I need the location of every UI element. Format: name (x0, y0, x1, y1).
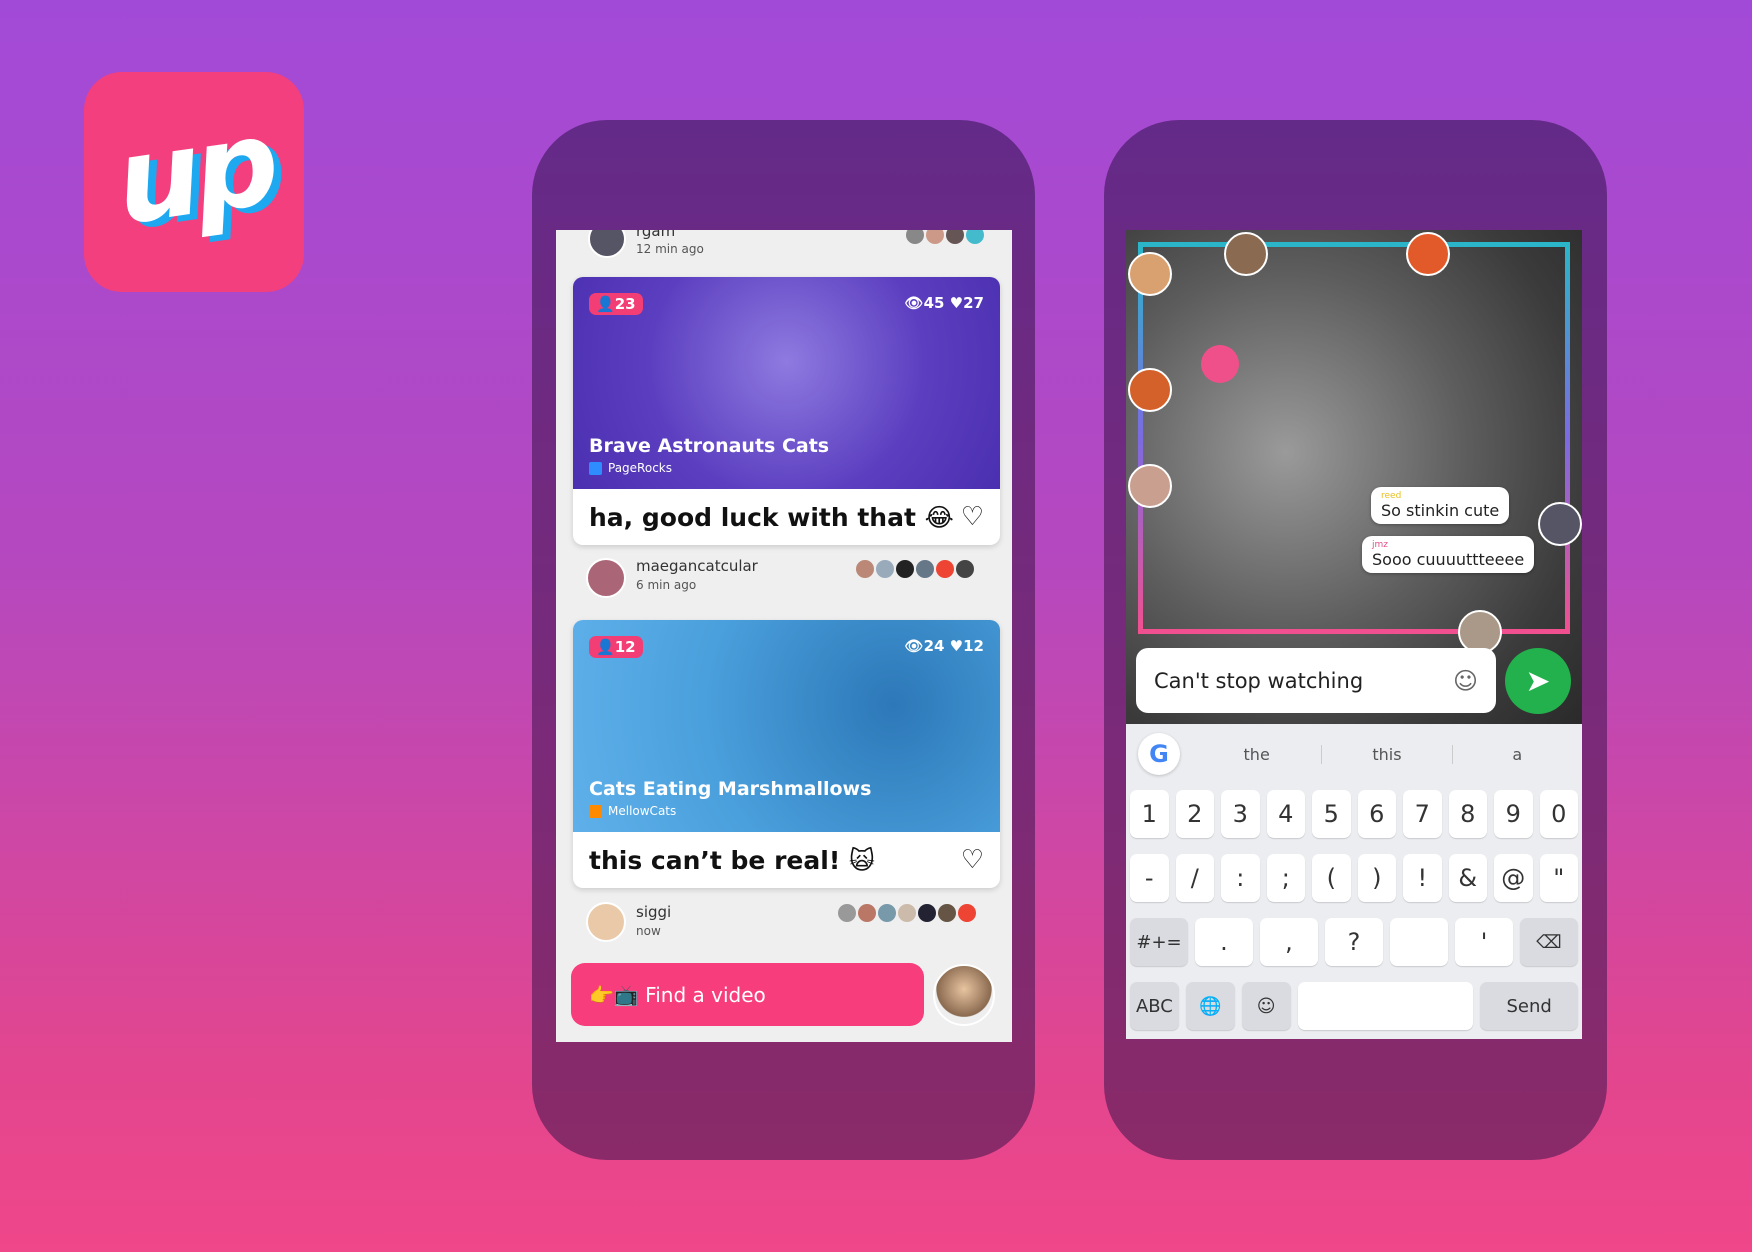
key[interactable]: ) (1357, 854, 1396, 902)
viewer-avatars (906, 230, 984, 244)
suggestion[interactable]: a (1453, 745, 1582, 764)
key[interactable]: ' (1455, 918, 1513, 966)
google-icon[interactable]: G (1138, 733, 1180, 775)
suggestion[interactable]: the (1192, 744, 1323, 764)
chat-message: jmz Sooo cuuuuttteeee (1362, 536, 1535, 573)
timestamp: 12 min ago (636, 242, 704, 256)
viewer-avatars (856, 560, 974, 578)
send-key[interactable]: Send (1480, 982, 1579, 1030)
avatar (1538, 502, 1582, 546)
key[interactable]: ( (1312, 854, 1351, 902)
backspace-key[interactable]: ⌫ (1520, 918, 1578, 966)
my-avatar[interactable] (933, 964, 995, 1026)
like-heart-icon[interactable]: ♡ (961, 502, 984, 532)
key[interactable]: : (1221, 854, 1260, 902)
viewer-avatars (838, 904, 976, 922)
username: rgam (636, 230, 676, 240)
avatar (1128, 368, 1172, 412)
key[interactable]: / (1175, 854, 1214, 902)
key[interactable] (1390, 918, 1448, 966)
feed-screen: rgam 12 min ago 👤23 👁45 ♥27 Brave Astron… (556, 230, 1012, 1042)
chat-input[interactable]: Can't stop watching ☺ (1136, 648, 1496, 713)
space-key[interactable] (1297, 982, 1474, 1030)
video-card[interactable]: 👤12 👁24 ♥12 Cats Eating Marshmallows Mel… (573, 620, 1000, 888)
app-logo: up (84, 72, 304, 292)
key[interactable]: 5 (1312, 790, 1351, 838)
heart-icon: ♥ (949, 294, 964, 312)
username: siggi (636, 903, 672, 921)
avatar (1224, 232, 1268, 276)
key[interactable]: - (1130, 854, 1169, 902)
find-video-button[interactable]: 👉📺 Find a video (571, 963, 924, 1026)
avatar (586, 902, 626, 942)
timestamp: now (636, 924, 661, 938)
timestamp: 6 min ago (636, 578, 697, 592)
key[interactable]: . (1195, 918, 1253, 966)
key[interactable]: , (1260, 918, 1318, 966)
card-stats: 👁45 ♥27 (904, 294, 984, 312)
key[interactable]: 1 (1130, 790, 1169, 838)
live-video[interactable]: reed So stinkin cute jmz Sooo cuuuuttteeee… (1126, 230, 1582, 724)
username: maegancatcular (636, 557, 758, 575)
video-frame (1138, 242, 1570, 634)
video-title: Brave Astronauts Cats (589, 435, 830, 457)
video-title: Cats Eating Marshmallows (589, 778, 872, 800)
video-source: MellowCats (589, 804, 676, 818)
chat-screen: reed So stinkin cute jmz Sooo cuuuuttteeee… (1126, 230, 1582, 1039)
symbols-key[interactable]: #+= (1130, 918, 1188, 966)
viewers-badge: 👤12 (589, 636, 643, 658)
key[interactable]: ! (1403, 854, 1442, 902)
key[interactable]: @ (1494, 854, 1533, 902)
key[interactable]: & (1448, 854, 1487, 902)
key[interactable]: ? (1325, 918, 1383, 966)
card-stats: 👁24 ♥12 (904, 637, 984, 655)
globe-key[interactable]: 🌐 (1185, 982, 1235, 1030)
key[interactable]: " (1539, 854, 1578, 902)
suggestion-bar: G the this a (1126, 724, 1582, 784)
key[interactable]: 2 (1175, 790, 1214, 838)
key[interactable]: 0 (1539, 790, 1578, 838)
avatar (1406, 232, 1450, 276)
heart-eyes-emoji-icon (1201, 345, 1239, 383)
eye-icon: 👁 (904, 637, 924, 655)
caption: ha, good luck with that 😂 (589, 502, 954, 532)
avatar (586, 558, 626, 598)
heart-icon: ♥ (949, 637, 964, 655)
send-icon: ➤ (1525, 663, 1551, 699)
avatar (588, 230, 626, 258)
viewers-badge: 👤23 (589, 293, 643, 315)
video-source: PageRocks (589, 461, 672, 475)
phone-chat: reed So stinkin cute jmz Sooo cuuuuttteeee… (1104, 120, 1607, 1160)
send-button[interactable]: ➤ (1505, 648, 1571, 714)
key[interactable]: 7 (1403, 790, 1442, 838)
video-card[interactable]: 👤23 👁45 ♥27 Brave Astronauts Cats PageRo… (573, 277, 1000, 545)
avatar (1128, 464, 1172, 508)
caption: this can’t be real! 🙀 (589, 845, 875, 875)
key[interactable]: 6 (1357, 790, 1396, 838)
keyboard: 1234567890 - /:;()! & @ " #+=.,? ' ⌫ ABC 🌐 ☺ Send (1130, 790, 1579, 1039)
key[interactable]: ; (1266, 854, 1305, 902)
key[interactable]: 4 (1266, 790, 1305, 838)
emoji-icon[interactable]: ☺ (1453, 667, 1478, 695)
avatar (1128, 252, 1172, 296)
emoji-key[interactable]: ☺ (1241, 982, 1291, 1030)
key[interactable]: 9 (1494, 790, 1533, 838)
key[interactable]: 8 (1448, 790, 1487, 838)
chat-message: reed So stinkin cute (1371, 487, 1510, 524)
eye-icon: 👁 (904, 294, 924, 312)
key[interactable]: 3 (1221, 790, 1260, 838)
phone-feed: rgam 12 min ago 👤23 👁45 ♥27 Brave Astron… (532, 120, 1035, 1160)
like-heart-icon[interactable]: ♡ (961, 845, 984, 875)
abc-key[interactable]: ABC (1130, 982, 1179, 1030)
suggestion[interactable]: this (1322, 744, 1453, 764)
